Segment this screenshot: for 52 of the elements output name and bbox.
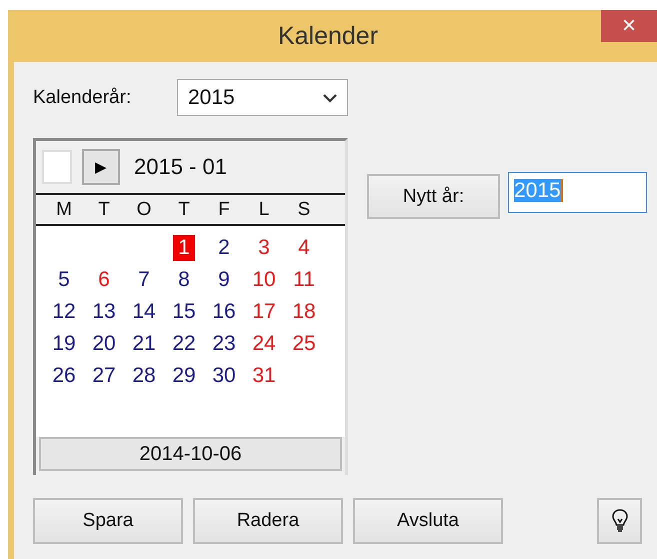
action-button[interactable]: Spara — [33, 498, 183, 544]
calendar-day[interactable]: 16 — [204, 296, 244, 328]
calendar-day[interactable]: 27 — [84, 360, 124, 392]
calendar-day[interactable]: 31 — [244, 360, 284, 392]
calendar-day[interactable]: 21 — [124, 328, 164, 360]
weekday-header: M — [55, 198, 73, 220]
calendar-day[interactable]: 28 — [124, 360, 164, 392]
calendar-day[interactable]: 18 — [284, 296, 324, 328]
weekday-header: L — [258, 198, 270, 220]
calendar-day[interactable]: 5 — [44, 264, 84, 296]
calendar-day[interactable]: 17 — [244, 296, 284, 328]
window-title: Kalender — [278, 22, 378, 50]
calendar-day[interactable]: 11 — [284, 264, 324, 296]
calendar-day[interactable]: 6 — [84, 264, 124, 296]
calendar-day[interactable]: 7 — [124, 264, 164, 296]
calendar-day[interactable]: 2 — [204, 232, 244, 264]
lightbulb-button[interactable] — [597, 498, 642, 544]
calendar-day[interactable]: 24 — [244, 328, 284, 360]
weekday-header: T — [177, 198, 191, 220]
new-year-button[interactable]: Nytt år: — [367, 174, 500, 219]
year-label: Kalenderår: — [33, 86, 132, 108]
calendar-day[interactable]: 10 — [244, 264, 284, 296]
calendar-day[interactable]: 20 — [84, 328, 124, 360]
calendar-day[interactable]: 4 — [284, 232, 324, 264]
calendar-day[interactable]: 29 — [164, 360, 204, 392]
chevron-down-icon — [323, 92, 337, 102]
lightbulb-icon — [612, 509, 628, 533]
calendar-day[interactable]: 30 — [204, 360, 244, 392]
weekday-header: O — [136, 198, 152, 220]
calendar-day[interactable]: 9 — [204, 264, 244, 296]
calendar-day[interactable]: 13 — [84, 296, 124, 328]
weekday-header: S — [296, 198, 312, 220]
year-dropdown[interactable]: 2015 — [177, 79, 348, 116]
calendar-day[interactable]: 3 — [244, 232, 284, 264]
calendar-day[interactable]: 1 — [173, 235, 195, 261]
calendar-day[interactable]: 26 — [44, 360, 84, 392]
calendar-day[interactable]: 19 — [44, 328, 84, 360]
calendar-day[interactable]: 22 — [164, 328, 204, 360]
calendar-day[interactable]: 15 — [164, 296, 204, 328]
close-button[interactable]: × — [601, 10, 657, 42]
calendar-day[interactable]: 23 — [204, 328, 244, 360]
action-button[interactable]: Avsluta — [353, 498, 503, 544]
calendar-day[interactable]: 12 — [44, 296, 84, 328]
month-label: 2015 - 01 — [134, 154, 227, 180]
calendar-day[interactable]: 14 — [124, 296, 164, 328]
calendar-day[interactable]: 8 — [164, 264, 204, 296]
action-button[interactable]: Radera — [193, 498, 343, 544]
today-button[interactable]: 2014-10-06 — [39, 437, 342, 471]
calendar-day[interactable]: 25 — [284, 328, 324, 360]
weekday-header: F — [217, 198, 231, 220]
weekday-header: T — [97, 198, 111, 220]
next-month-button[interactable]: ▶ — [82, 149, 120, 185]
